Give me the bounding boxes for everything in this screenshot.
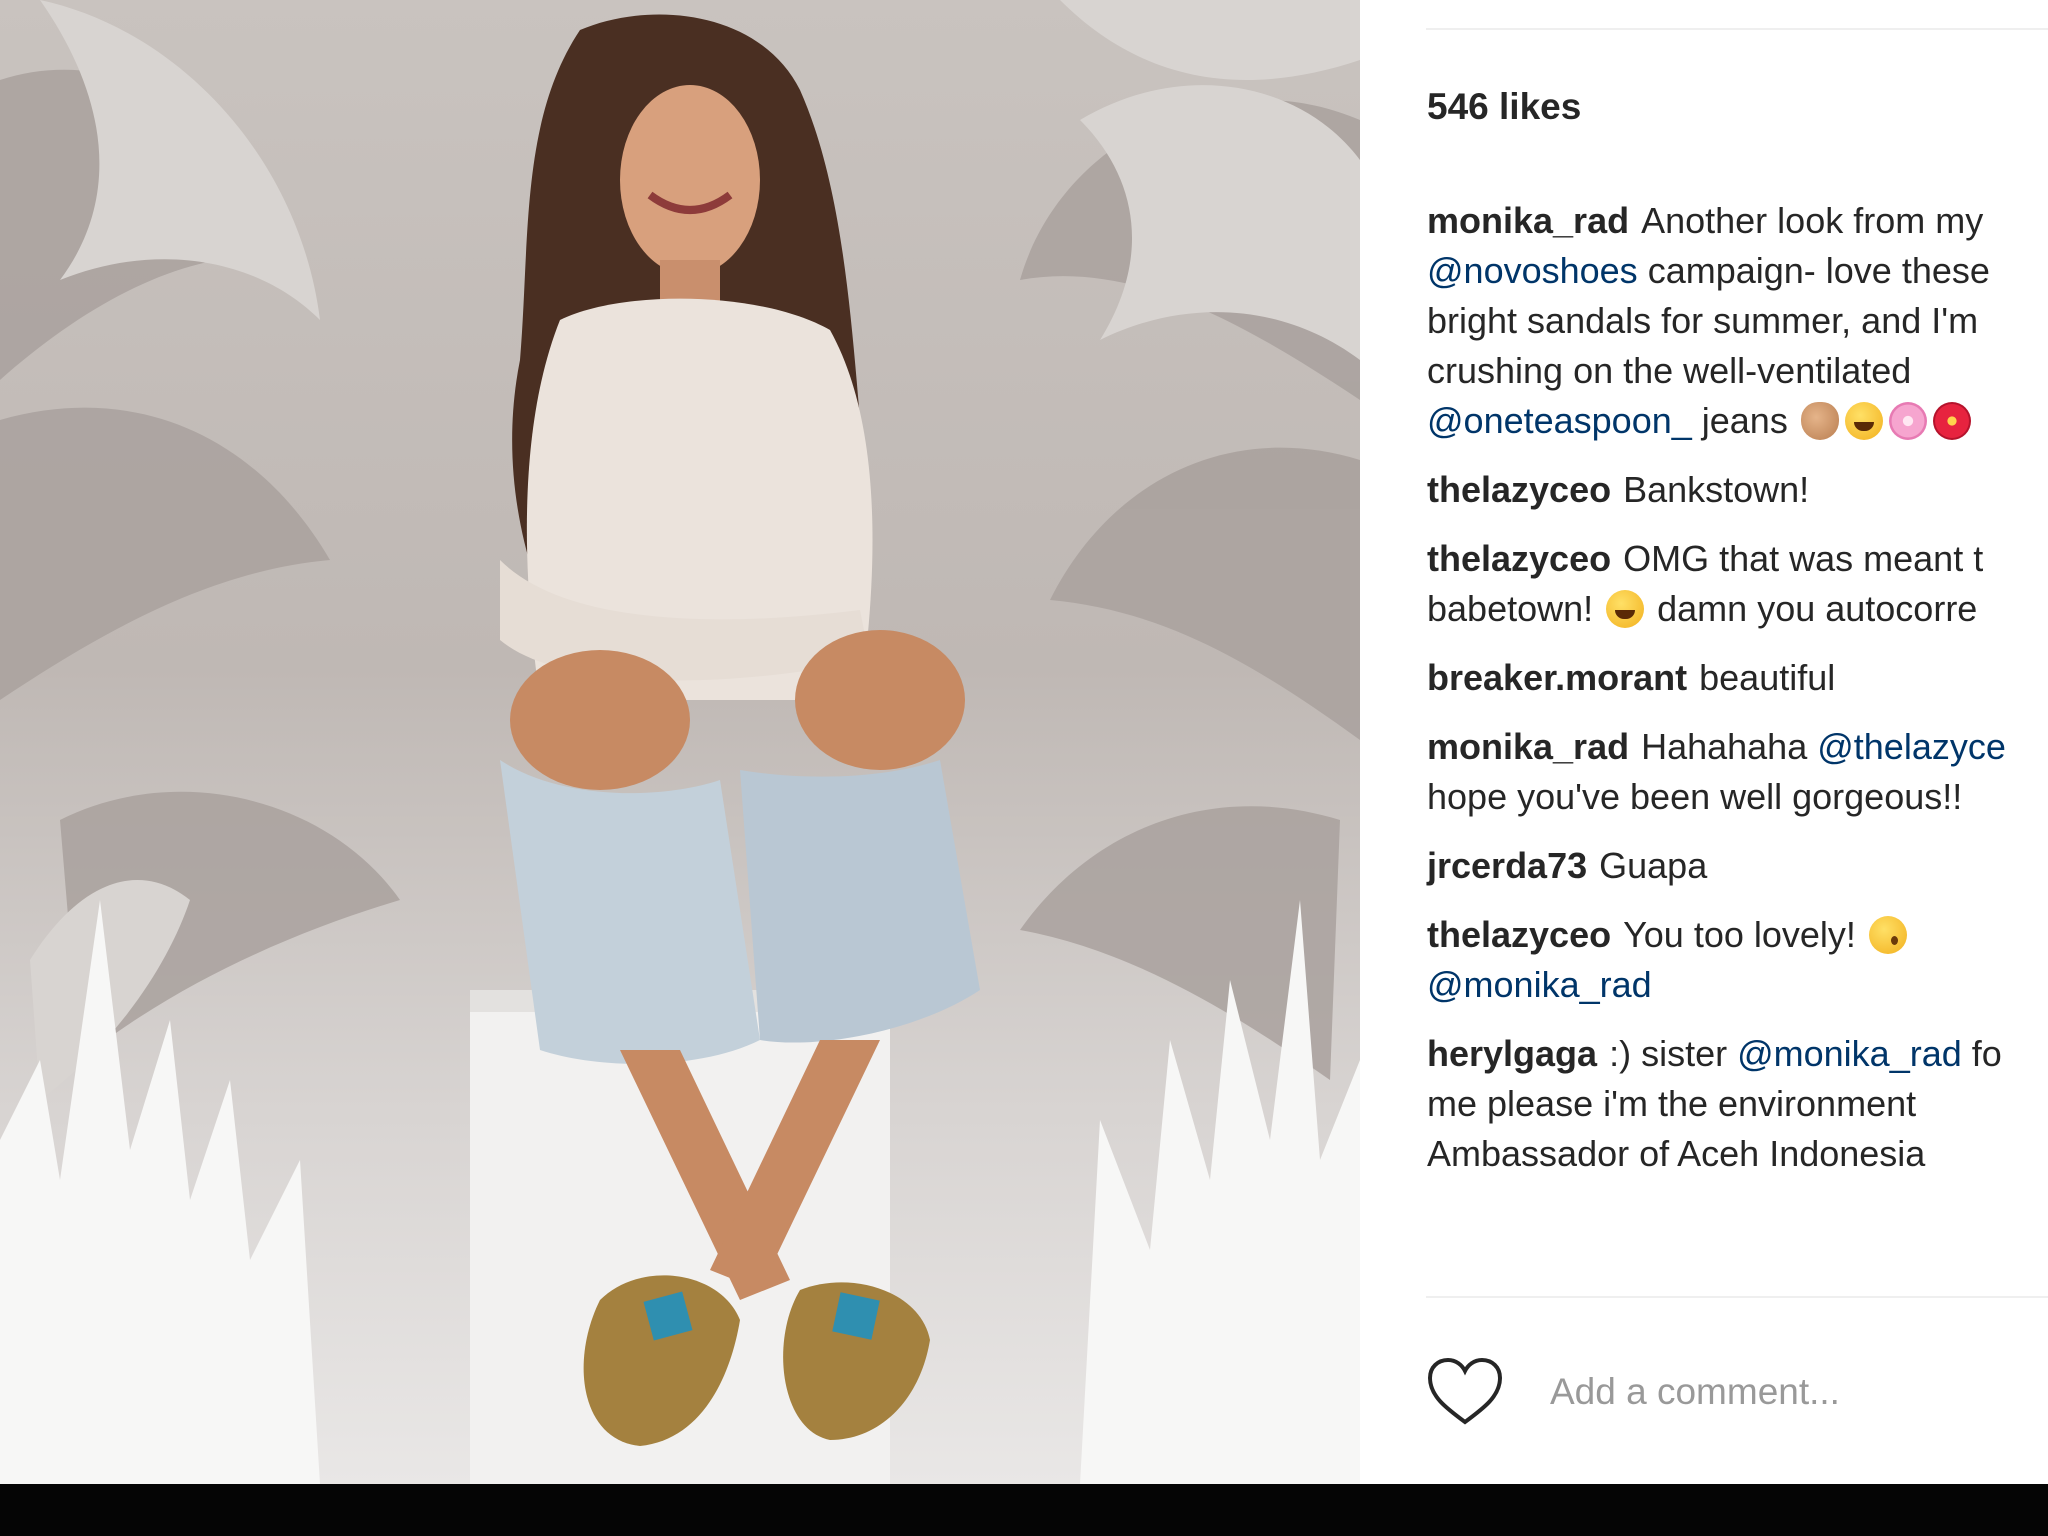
mention-link[interactable]: @monika_rad [1737,1033,1962,1074]
comment-item: thelazyceo Bankstown! [1427,465,2048,515]
heart-icon[interactable] [1426,1356,1504,1428]
post-photo[interactable] [0,0,1360,1484]
comment-text: crushing on the well-ventilated [1427,350,1912,391]
comment-list: monika_rad Another look from my @novoshoes… [1427,196,2048,1198]
comment-username[interactable]: breaker.morant [1427,657,1687,698]
post-sidebar: 546 likes monika_rad Another look from my… [1360,0,2048,1484]
comment-text: You too lovely! [1623,914,1866,955]
comment-item: thelazyceo OMG that was meant t babetown! … [1427,534,2048,634]
comment-username[interactable]: thelazyceo [1427,914,1611,955]
comment-line: @monika_rad [1427,960,2048,1010]
comment-input[interactable] [1550,1362,2048,1422]
comment-username[interactable]: jrcerda73 [1427,845,1587,886]
comment-item: herylgaga :) sister @monika_rad fo me plea… [1427,1029,2048,1179]
comment-item: monika_rad Another look from my @novoshoes… [1427,196,2048,446]
comment-item: thelazyceo You too lovely! @monika_rad [1427,910,2048,1010]
comment-line: Ambassador of Aceh Indonesia [1427,1129,2048,1179]
comment-text: campaign- love these [1637,250,1990,291]
comment-line: thelazyceo Bankstown! [1427,465,2048,515]
comment-line: monika_rad Another look from my [1427,196,2048,246]
likes-count[interactable]: 546 likes [1427,86,1581,128]
comment-username[interactable]: monika_rad [1427,726,1629,767]
comment-line: herylgaga :) sister @monika_rad fo [1427,1029,2048,1079]
bottom-bar [0,1484,2048,1536]
comment-text: :) sister [1609,1033,1738,1074]
comment-line: jrcerda73 Guapa [1427,841,2048,891]
comment-text: beautiful [1699,657,1836,698]
comment-item: breaker.morant beautiful [1427,653,2048,703]
comment-username[interactable]: thelazyceo [1427,538,1611,579]
comment-text: Ambassador of Aceh Indonesia [1427,1133,1926,1174]
cherry-blossom-emoji [1888,402,1927,440]
comment-username[interactable]: thelazyceo [1427,469,1611,510]
comment-text: Guapa [1599,845,1708,886]
comment-text: bright sandals for summer, and I'm [1427,300,1979,341]
comment-line: monika_rad Hahahaha @thelazyce [1427,722,2048,772]
comment-item: monika_rad Hahahaha @thelazyce hope you've… [1427,722,2048,822]
comment-line: thelazyceo OMG that was meant t [1427,534,2048,584]
tears-of-joy-emoji [1606,590,1645,628]
comment-text: hope you've been well gorgeous!! [1427,776,1963,817]
laughing-emoji [1844,402,1883,440]
comment-line: hope you've been well gorgeous!! [1427,772,2048,822]
comment-text: babetown! [1427,588,1604,629]
instagram-post-view: 546 likes monika_rad Another look from my… [0,0,2048,1484]
comment-text: me please i'm the environment [1427,1083,1917,1124]
divider [1426,1296,2048,1298]
comment-text: Another look from my [1641,200,1984,241]
kiss-emoji [1868,916,1907,954]
comment-text: Bankstown! [1623,469,1810,510]
comment-text: jeans [1691,400,1798,441]
comment-text: damn you autocorre [1647,588,1978,629]
comment-line: babetown! damn you autocorre [1427,584,2048,634]
comment-text: OMG that was meant t [1623,538,1984,579]
mention-link[interactable]: @monika_rad [1427,964,1652,1005]
comment-line: breaker.morant beautiful [1427,653,2048,703]
hibiscus-emoji [1932,402,1971,440]
mention-link[interactable]: @oneteaspoon_ [1427,400,1692,441]
comment-line: me please i'm the environment [1427,1079,2048,1129]
ok-hand-emoji [1800,402,1839,440]
mention-link[interactable]: @novoshoes [1427,250,1638,291]
comment-username[interactable]: monika_rad [1427,200,1629,241]
comment-line: bright sandals for summer, and I'm [1427,296,2048,346]
comment-line: @oneteaspoon_ jeans [1427,396,2048,446]
comment-item: jrcerda73 Guapa [1427,841,2048,891]
mention-link[interactable]: @thelazyce [1817,726,2006,767]
comment-line: @novoshoes campaign- love these [1427,246,2048,296]
comment-text: fo [1961,1033,2002,1074]
comment-text: Hahahaha [1641,726,1818,767]
comment-line: thelazyceo You too lovely! [1427,910,2048,960]
divider [1426,28,2048,30]
comment-line: crushing on the well-ventilated [1427,346,2048,396]
photo-illustration [0,0,1360,1484]
comment-username[interactable]: herylgaga [1427,1033,1597,1074]
